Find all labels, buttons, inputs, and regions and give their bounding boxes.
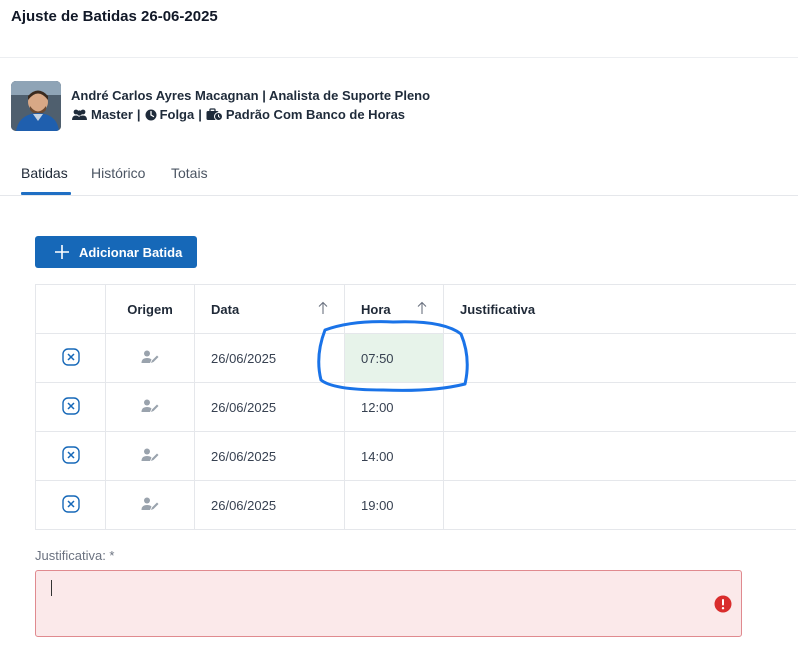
page-title: Ajuste de Batidas 26-06-2025 [11,8,218,25]
user-edit-icon [141,350,159,367]
user-edit-icon [141,497,159,514]
justification-input[interactable] [36,571,741,636]
header-hour[interactable]: Hora [344,284,444,334]
row-justification[interactable] [443,333,796,383]
employee-group: Master [91,107,133,122]
sort-arrow-up-icon[interactable] [417,301,427,318]
tab-historico[interactable]: Histórico [91,165,145,181]
table-row: 26/06/2025 14:00 [35,431,796,481]
remove-punch-icon[interactable] [61,396,80,418]
user-edit-icon [141,448,159,465]
row-justification[interactable] [443,431,796,481]
sort-arrow-up-icon[interactable] [318,301,328,318]
add-punch-button[interactable]: Adicionar Batida [35,236,197,268]
employee-name-role: André Carlos Ayres Macagnan | Analista d… [71,88,431,103]
employee-info: Master | Folga | Padrão Com Banco de Hor… [71,107,405,122]
row-hour[interactable]: 14:00 [344,431,444,481]
add-punch-label: Adicionar Batida [79,244,183,260]
separator: | [198,107,202,122]
row-justification[interactable] [443,480,796,530]
header-actions [35,284,106,334]
table-header-row: Origem Data Hora Justificativa [35,284,796,334]
table-row: 26/06/2025 19:00 [35,480,796,530]
header-origin: Origem [105,284,195,334]
remove-punch-icon[interactable] [61,494,80,516]
punches-table: Origem Data Hora Justificativa 26/06/202… [35,284,796,530]
remove-punch-icon[interactable] [61,347,80,369]
error-icon [714,595,732,618]
avatar [11,81,61,131]
header-date[interactable]: Data [194,284,345,334]
header-hour-label: Hora [361,301,391,317]
row-date[interactable]: 26/06/2025 [194,431,345,481]
active-tab-indicator [21,192,71,195]
row-date[interactable]: 26/06/2025 [194,333,345,383]
table-row: 26/06/2025 12:00 [35,382,796,432]
employee-schedule: Padrão Com Banco de Horas [225,107,406,122]
remove-punch-icon[interactable] [61,445,80,467]
text-caret [51,580,52,596]
table-row: 26/06/2025 07:50 [35,333,796,383]
row-date[interactable]: 26/06/2025 [194,382,345,432]
row-date[interactable]: 26/06/2025 [194,480,345,530]
plus-icon [54,244,70,260]
header-date-label: Data [211,301,240,317]
justification-field[interactable] [35,570,742,637]
user-edit-icon [141,399,159,416]
row-hour[interactable]: 07:50 [344,333,444,383]
clock-icon [145,109,157,121]
separator: | [136,107,141,122]
tab-bar: Batidas Histórico Totais [0,158,798,196]
employee-status: Folga [159,107,195,122]
users-icon [71,109,88,121]
row-justification[interactable] [443,382,796,432]
tab-batidas[interactable]: Batidas [21,165,68,181]
header-divider [0,57,798,58]
briefcase-clock-icon [206,108,223,121]
row-hour[interactable]: 19:00 [344,480,444,530]
tab-totais[interactable]: Totais [171,165,208,181]
header-justification: Justificativa [443,284,796,334]
justification-label: Justificativa: * [35,548,115,563]
row-hour[interactable]: 12:00 [344,382,444,432]
